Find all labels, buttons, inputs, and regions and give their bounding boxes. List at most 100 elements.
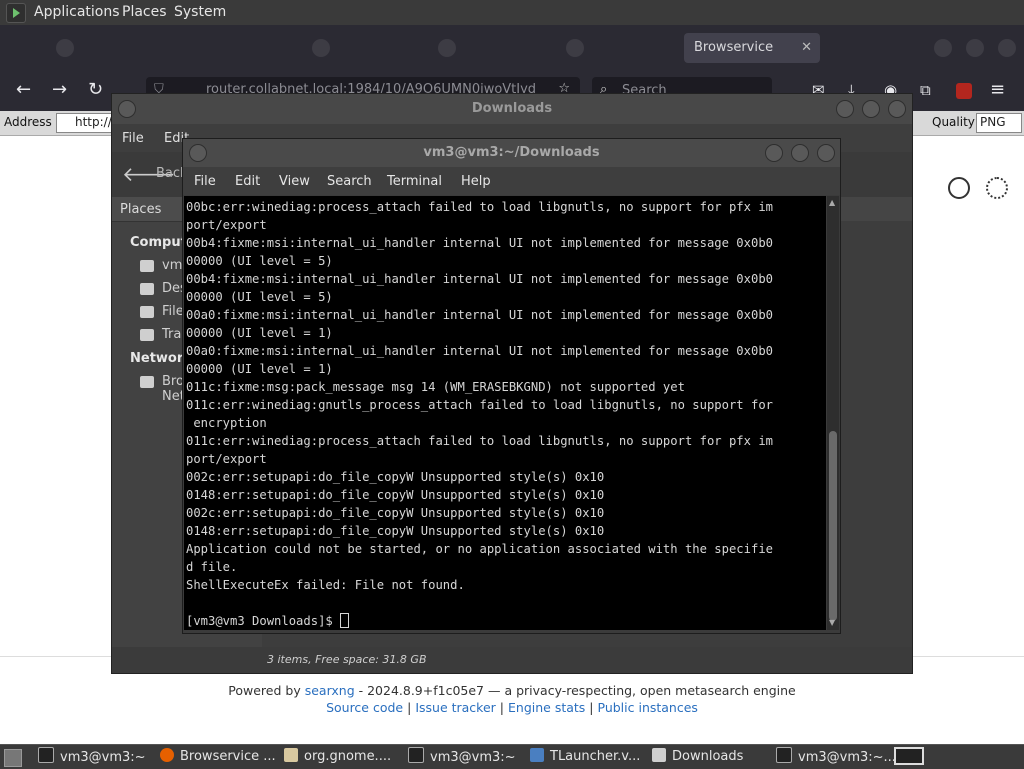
minimize-icon[interactable] [836,100,854,118]
window-menu-icon[interactable] [118,100,136,118]
powered-by-text: Powered by [228,683,301,698]
quality-select[interactable]: PNG [976,113,1022,133]
reload-icon[interactable]: ↻ [88,79,103,100]
terminal-scrollbar[interactable]: ▲ ▼ [827,196,839,630]
browser-tab-bar: Browservice ✕ [0,25,1024,71]
terminal-output[interactable]: 00bc:err:winediag:process_attach failed … [184,196,826,630]
link-separator: | [407,700,412,715]
shell-prompt: [vm3@vm3 Downloads]$ [186,614,341,628]
address-label: Address [4,115,52,129]
menu-edit[interactable]: Edit [235,174,260,189]
distro-logo-icon[interactable] [6,3,26,23]
status-text: 3 items, Free space: 31.8 GB [267,653,427,666]
workspace-switcher[interactable] [894,747,924,765]
window-title: Downloads [471,101,553,116]
close-icon[interactable] [888,100,906,118]
task-label: vm3@vm3:~ [430,750,516,765]
info-icon[interactable] [948,177,970,199]
system-menu[interactable]: System [174,4,226,20]
tab-label: Browservice [694,40,774,55]
menu-help[interactable]: Help [461,174,491,189]
version-text: - 2024.8.9+f1c05e7 — a privacy-respectin… [358,683,796,698]
tab-favicon-icon [438,39,456,57]
link-separator: | [589,700,594,715]
window-minimize-icon[interactable] [934,39,952,57]
back-icon[interactable]: ← [16,79,31,100]
page-footer: Powered by searxng - 2024.8.9+f1c05e7 — … [0,683,1024,715]
window-title: vm3@vm3:~/Downloads [423,145,600,160]
maximize-icon[interactable] [862,100,880,118]
scroll-down-icon[interactable]: ▼ [829,618,835,627]
tab-browservice[interactable]: Browservice ✕ [684,33,820,63]
address-input[interactable]: http:// [56,113,118,133]
forward-icon[interactable]: → [52,79,67,100]
tab-favicon-icon [566,39,584,57]
terminal-menubar: File Edit View Search Terminal Help [183,167,840,195]
file-manager-titlebar[interactable]: Downloads [112,94,912,124]
scrollbar-thumb[interactable] [829,431,837,621]
folder-icon [652,748,666,762]
window-maximize-icon[interactable] [966,39,984,57]
ublock-icon[interactable] [956,83,972,99]
task-downloads[interactable]: Downloads [652,747,743,767]
tab-favicon-icon [56,39,74,57]
text-cursor [340,613,350,628]
home-folder-icon [140,260,154,272]
menu-view[interactable]: View [279,174,310,189]
top-panel: Applications Places System [0,0,1024,25]
terminal-text: 00bc:err:winediag:process_attach failed … [184,196,826,630]
public-instances-link[interactable]: Public instances [598,700,698,715]
task-terminal-2[interactable]: vm3@vm3:~ [408,747,516,767]
task-label: vm3@vm3:~ [60,750,146,765]
terminal-window: vm3@vm3:~/Downloads File Edit View Searc… [182,138,841,634]
minimize-icon[interactable] [765,144,783,162]
wine-app-icon [530,748,544,762]
task-gnome-editor[interactable]: org.gnome.... [284,747,391,767]
places-dropdown-label: Places [120,202,162,217]
status-bar: 3 items, Free space: 31.8 GB [267,647,912,673]
trash-icon [140,329,154,341]
close-tab-icon[interactable]: ✕ [801,33,812,63]
show-desktop-icon[interactable] [4,749,22,767]
tab-favicon-icon [312,39,330,57]
task-label: org.gnome.... [304,749,392,764]
menu-search[interactable]: Search [327,174,372,189]
task-label: Browservice ... [180,749,276,764]
task-terminal-3[interactable]: vm3@vm3:~... [776,747,896,767]
engine-stats-link[interactable]: Engine stats [508,700,585,715]
scroll-up-icon[interactable]: ▲ [829,198,835,207]
text-editor-icon [284,748,298,762]
task-firefox[interactable]: Browservice ... [160,747,276,767]
terminal-icon [408,747,424,763]
task-label: Downloads [672,749,744,764]
places-menu[interactable]: Places [122,4,167,20]
maximize-icon[interactable] [791,144,809,162]
desktop-icon [140,283,154,295]
quality-value: PNG [980,115,1006,129]
terminal-log: 00bc:err:winediag:process_attach failed … [186,200,773,592]
drive-icon [140,306,154,318]
taskbar: vm3@vm3:~ Browservice ... org.gnome.... … [0,744,1024,769]
task-terminal-1[interactable]: vm3@vm3:~ [38,747,146,767]
menu-file[interactable]: File [194,174,216,189]
source-code-link[interactable]: Source code [326,700,403,715]
window-close-icon[interactable] [998,39,1016,57]
close-icon[interactable] [817,144,835,162]
task-tlauncher[interactable]: TLauncher.v... [530,747,640,767]
address-value: http:// [75,115,112,129]
issue-tracker-link[interactable]: Issue tracker [415,700,496,715]
task-label: vm3@vm3:~... [798,750,896,765]
menu-icon[interactable]: ≡ [990,79,1005,100]
task-label: TLauncher.v... [550,749,641,764]
searxng-link[interactable]: searxng [305,683,355,698]
terminal-icon [38,747,54,763]
menu-file[interactable]: File [122,131,144,146]
link-separator: | [499,700,505,715]
terminal-icon [776,747,792,763]
window-menu-icon[interactable] [189,144,207,162]
menu-terminal[interactable]: Terminal [387,174,442,189]
settings-gear-icon[interactable] [986,177,1008,199]
applications-menu[interactable]: Applications [34,4,120,20]
extensions-icon[interactable]: ⧉ [920,81,931,99]
terminal-titlebar[interactable]: vm3@vm3:~/Downloads [183,139,840,167]
